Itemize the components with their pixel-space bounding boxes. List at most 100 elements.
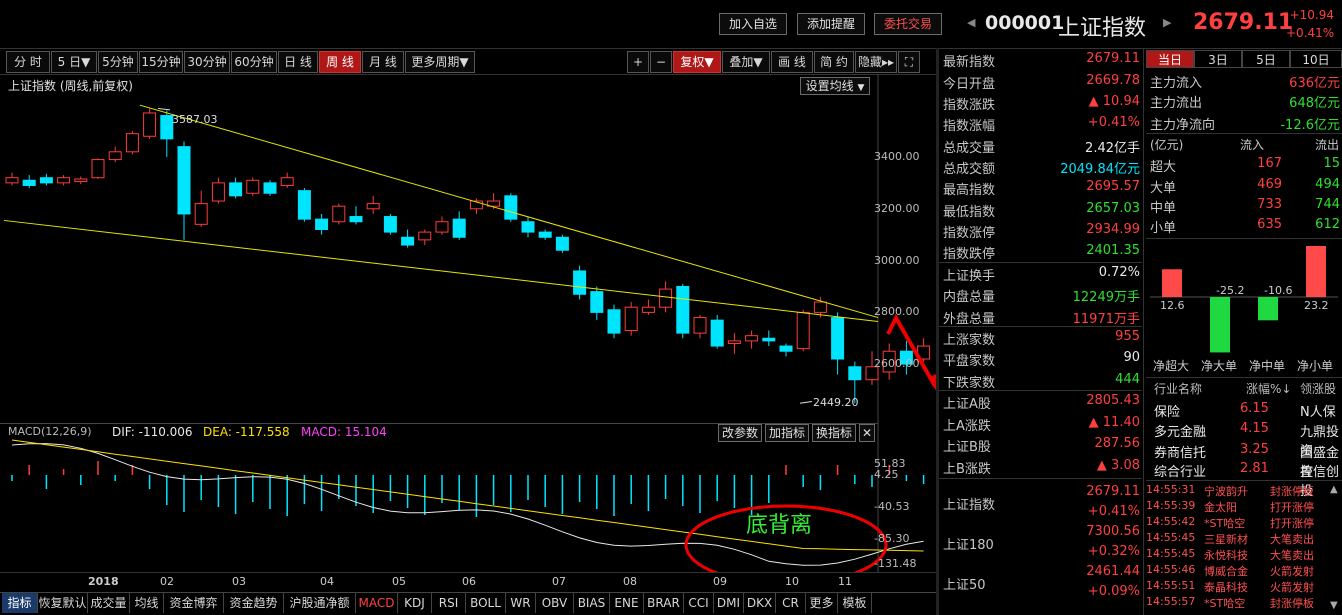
index-row[interactable]: 上证指数 2679.11 +0.41% xyxy=(943,484,1140,524)
indicator-tab[interactable]: WR xyxy=(506,593,536,613)
industry-row[interactable]: 多元金融 4.15 九鼎投资 xyxy=(1154,420,1342,459)
tool-tab[interactable]: 画 线 xyxy=(771,51,813,73)
flow-size: 中单 xyxy=(1150,201,1177,216)
macd-tick: -131.48 xyxy=(874,557,917,570)
far-panel-border xyxy=(1143,48,1144,615)
tool-tab[interactable]: ⛶ xyxy=(898,51,920,73)
indicator-tab[interactable]: BIAS xyxy=(574,593,610,613)
stat-row: 外盘总量 11971万手 xyxy=(943,306,1140,327)
event-row[interactable]: 14:55:51 泰晶科技 火箭发射 xyxy=(1146,579,1342,595)
indicator-tab[interactable]: 资金趋势 xyxy=(224,593,284,613)
industry-column-header[interactable]: 行业名称 xyxy=(1154,380,1202,397)
trade-button[interactable]: 委托交易 xyxy=(874,13,942,35)
indicator-tab[interactable]: DMI xyxy=(714,593,744,613)
candle-body xyxy=(263,182,277,194)
indicator-tab[interactable]: KDJ xyxy=(398,593,432,613)
stat-row: 今日开盘 2669.78 xyxy=(943,71,1140,92)
indicator-tab[interactable]: 均线 xyxy=(130,593,164,613)
flow-in-value: 733 xyxy=(1257,197,1282,212)
dif-line xyxy=(11,443,924,566)
tool-tab[interactable]: − xyxy=(650,51,672,73)
indicator-tab[interactable]: RSI xyxy=(432,593,466,613)
indicator-tab[interactable]: DKX xyxy=(744,593,776,613)
candle-body xyxy=(504,195,518,220)
event-time: 14:55:31 xyxy=(1146,483,1196,496)
panel-splitter[interactable] xyxy=(936,48,939,615)
price-tick: 2600.00 xyxy=(874,357,920,371)
indicator-tab[interactable]: BOLL xyxy=(466,593,506,613)
industry-name: 多元金融 xyxy=(1154,425,1207,440)
period-tab[interactable]: 5 日▼ xyxy=(51,51,97,73)
event-row[interactable]: 14:55:31 宁波韵升 封涨停板 xyxy=(1146,483,1342,499)
tool-tab[interactable]: 隐藏▸▸ xyxy=(855,51,897,73)
tool-tab[interactable]: + xyxy=(627,51,649,73)
close-indicator-button[interactable]: ✕ xyxy=(859,424,875,442)
candle-body xyxy=(813,301,827,313)
indicator-tab[interactable]: CCI xyxy=(684,593,714,613)
indicator-tab[interactable]: 成交量 xyxy=(88,593,130,613)
index-row[interactable]: 上证180 7300.56 +0.32% xyxy=(943,524,1140,564)
event-row[interactable]: 14:55:57 *ST哈空 封涨停板 xyxy=(1146,595,1342,611)
indicator-tab[interactable]: OBV xyxy=(536,593,574,613)
industry-row[interactable]: 综合行业 2.81 鲁信创投 xyxy=(1154,460,1342,499)
time-tick: 08 xyxy=(623,575,637,588)
indicator-tab[interactable]: 模板 xyxy=(838,593,872,613)
event-row[interactable]: 14:55:39 金太阳 打开涨停 xyxy=(1146,499,1342,515)
add-watchlist-button[interactable]: 加入自选 xyxy=(719,13,787,35)
event-row[interactable]: 14:55:42 *ST哈空 打开涨停 xyxy=(1146,515,1342,531)
period-tab[interactable]: 30分钟 xyxy=(184,51,230,73)
tool-tab[interactable]: 简 约 xyxy=(814,51,854,73)
industry-column-header[interactable]: 涨幅%↓ xyxy=(1246,380,1291,397)
indicator-tab[interactable]: 沪股通净额 xyxy=(284,593,356,613)
stat-label: 上A涨跌 xyxy=(943,419,991,434)
flow-out-value: 744 xyxy=(1315,197,1340,212)
period-tab[interactable]: 15分钟 xyxy=(139,51,183,73)
add-indicator-button[interactable]: 加指标 xyxy=(765,424,809,442)
industry-column-header[interactable]: 领涨股 xyxy=(1300,380,1336,397)
index-row[interactable]: 上证50 2461.44 +0.09% xyxy=(943,564,1140,604)
period-tab[interactable]: 日 线 xyxy=(278,51,318,73)
stat-label: 下跌家数 xyxy=(943,376,996,391)
stat-row: 总成交额 2049.84亿元 xyxy=(943,156,1140,177)
indicator-tab[interactable]: 资金博弈 xyxy=(164,593,224,613)
indicator-tab[interactable]: 更多 xyxy=(806,593,838,613)
industry-row[interactable]: 保险 6.15 N人保 xyxy=(1154,400,1342,420)
industry-percent: 6.15 xyxy=(1240,401,1269,416)
industry-row[interactable]: 券商信托 3.25 国盛金控 xyxy=(1154,441,1342,480)
period-tab[interactable]: 月 线 xyxy=(362,51,404,73)
indicator-tab[interactable]: CR xyxy=(776,593,806,613)
flow-tab[interactable]: 3日 xyxy=(1194,50,1242,68)
period-tab[interactable]: 5分钟 xyxy=(98,51,138,73)
industry-name: 券商信托 xyxy=(1154,446,1207,461)
flow-tab[interactable]: 10日 xyxy=(1290,50,1342,68)
event-row[interactable]: 14:55:45 永悦科技 大笔卖出 xyxy=(1146,547,1342,563)
period-tab[interactable]: 60分钟 xyxy=(231,51,277,73)
event-row[interactable]: 14:55:45 三星新材 大笔卖出 xyxy=(1146,531,1342,547)
candle-body xyxy=(762,337,776,342)
switch-indicator-button[interactable]: 换指标 xyxy=(812,424,856,442)
tool-tab[interactable]: 叠加▼ xyxy=(722,51,770,73)
add-alert-button[interactable]: 添加提醒 xyxy=(797,13,865,35)
period-tab[interactable]: 分 时 xyxy=(6,51,50,73)
period-tab[interactable]: 更多周期▼ xyxy=(405,51,475,73)
flow-in-header: 流入 xyxy=(1240,138,1265,152)
indicator-tab[interactable]: MACD xyxy=(356,593,398,613)
tool-tab[interactable]: 复权▼ xyxy=(673,51,721,73)
event-row[interactable]: 14:55:46 博威合金 火箭发射 xyxy=(1146,563,1342,579)
flow-unit: (亿元) xyxy=(1150,138,1184,152)
stat-value: +0.41% xyxy=(1087,115,1140,130)
edit-params-button[interactable]: 改参数 xyxy=(718,424,762,442)
flow-tab[interactable]: 5日 xyxy=(1242,50,1290,68)
net-flow-value: 12.6 xyxy=(1160,299,1185,312)
time-tick: 2018 xyxy=(88,575,119,588)
indicator-tab[interactable]: BRAR xyxy=(644,593,684,613)
flow-row: 主力流出 648亿元 xyxy=(1150,91,1342,111)
flow-tab[interactable]: 当日 xyxy=(1146,50,1194,68)
prev-stock-icon[interactable]: ◀ xyxy=(967,16,975,29)
next-stock-icon[interactable]: ▶ xyxy=(1163,16,1171,29)
indicator-tab[interactable]: 指标 xyxy=(2,593,38,613)
stat-row: 平盘家数 90 xyxy=(943,348,1140,369)
period-tab[interactable]: 周 线 xyxy=(319,51,361,73)
indicator-tab[interactable]: 恢复默认 xyxy=(38,593,88,613)
indicator-tab[interactable]: ENE xyxy=(610,593,644,613)
